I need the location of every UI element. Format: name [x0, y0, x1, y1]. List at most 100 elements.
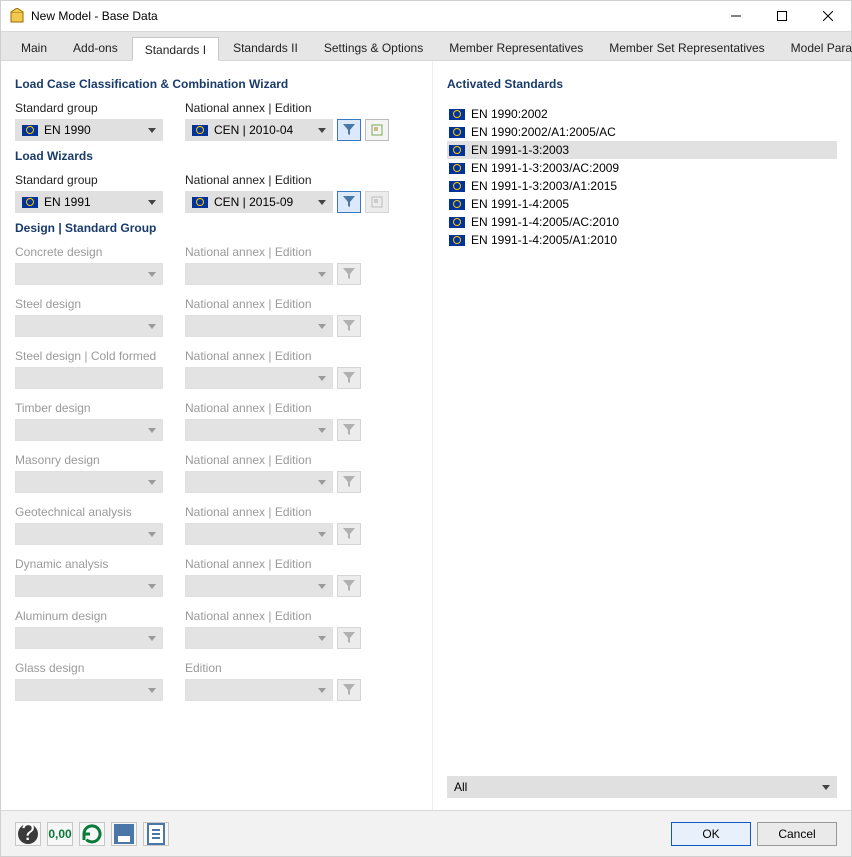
- library-button[interactable]: [365, 119, 389, 141]
- eu-flag-icon: [22, 125, 38, 136]
- chevron-down-icon: [318, 428, 326, 433]
- window-buttons: [713, 1, 851, 31]
- dropdown-design-annex: [185, 627, 333, 649]
- design-label: Concrete design: [15, 245, 163, 259]
- dropdown-design-annex: [185, 523, 333, 545]
- standard-item[interactable]: EN 1991-1-3:2003: [447, 141, 837, 159]
- chevron-down-icon: [148, 428, 156, 433]
- tab-add-ons[interactable]: Add-ons: [61, 36, 130, 60]
- tab-strip: MainAdd-onsStandards IStandards IISettin…: [1, 31, 851, 61]
- tab-standards-i[interactable]: Standards I: [132, 37, 219, 61]
- eu-flag-icon: [192, 197, 208, 208]
- filter-button[interactable]: [337, 191, 361, 213]
- chevron-down-icon: [148, 128, 156, 133]
- tab-member-set-representatives[interactable]: Member Set Representatives: [597, 36, 776, 60]
- section-title-load-wizards: Load Wizards: [15, 149, 418, 163]
- refresh-button[interactable]: [79, 822, 105, 846]
- dropdown-lw-annex[interactable]: CEN | 2015-09: [185, 191, 333, 213]
- tab-main[interactable]: Main: [9, 36, 59, 60]
- filter-button: [337, 627, 361, 649]
- design-annex-label: Edition: [185, 661, 361, 675]
- design-annex-label: National annex | Edition: [185, 609, 361, 623]
- window-titlebar: New Model - Base Data: [1, 1, 851, 31]
- design-label: Aluminum design: [15, 609, 163, 623]
- cancel-button[interactable]: Cancel: [757, 822, 837, 846]
- tab-settings-options[interactable]: Settings & Options: [312, 36, 435, 60]
- filter-button: [337, 367, 361, 389]
- units-button[interactable]: 0,00: [47, 822, 73, 846]
- ok-button[interactable]: OK: [671, 822, 751, 846]
- standard-item-label: EN 1991-1-4:2005: [471, 197, 569, 211]
- chevron-down-icon: [318, 200, 326, 205]
- standard-item-label: EN 1991-1-3:2003: [471, 143, 569, 157]
- section-title-activated: Activated Standards: [447, 77, 837, 91]
- label-annex: National annex | Edition: [185, 173, 389, 187]
- dropdown-lcc-standard-group[interactable]: EN 1990: [15, 119, 163, 141]
- notes-button[interactable]: [143, 822, 169, 846]
- design-annex-label: National annex | Edition: [185, 505, 361, 519]
- standard-item[interactable]: EN 1991-1-3:2003/AC:2009: [447, 159, 837, 177]
- dropdown-standards-filter[interactable]: All: [447, 776, 837, 798]
- chevron-down-icon: [148, 272, 156, 277]
- minimize-button[interactable]: [713, 1, 759, 31]
- standard-item[interactable]: EN 1990:2002/A1:2005/AC: [447, 123, 837, 141]
- design-label: Glass design: [15, 661, 163, 675]
- chevron-down-icon: [148, 636, 156, 641]
- save-preset-button[interactable]: [111, 822, 137, 846]
- design-label: Steel design | Cold formed: [15, 349, 163, 363]
- content: Load Case Classification & Combination W…: [1, 61, 851, 810]
- right-column: Activated Standards EN 1990:2002EN 1990:…: [433, 61, 851, 810]
- standard-item-label: EN 1991-1-3:2003/A1:2015: [471, 179, 617, 193]
- dropdown-design-annex: [185, 575, 333, 597]
- design-label: Steel design: [15, 297, 163, 311]
- filter-button: [337, 419, 361, 441]
- dropdown-design-sg: [15, 419, 163, 441]
- standard-item[interactable]: EN 1991-1-4:2005/AC:2010: [447, 213, 837, 231]
- standard-item-label: EN 1991-1-4:2005/AC:2010: [471, 215, 619, 229]
- close-button[interactable]: [805, 1, 851, 31]
- standard-item[interactable]: EN 1991-1-4:2005: [447, 195, 837, 213]
- standard-item-label: EN 1991-1-4:2005/A1:2010: [471, 233, 617, 247]
- label-annex: National annex | Edition: [185, 101, 389, 115]
- tab-member-representatives[interactable]: Member Representatives: [437, 36, 595, 60]
- chevron-down-icon: [148, 532, 156, 537]
- dropdown-lw-standard-group[interactable]: EN 1991: [15, 191, 163, 213]
- maximize-button[interactable]: [759, 1, 805, 31]
- filter-button: [337, 523, 361, 545]
- eu-flag-icon: [449, 145, 465, 156]
- standard-item[interactable]: EN 1991-1-4:2005/A1:2010: [447, 231, 837, 249]
- chevron-down-icon: [318, 636, 326, 641]
- chevron-down-icon: [822, 785, 830, 790]
- dropdown-design-sg: [15, 627, 163, 649]
- filter-button[interactable]: [337, 119, 361, 141]
- chevron-down-icon: [318, 584, 326, 589]
- filter-button: [337, 575, 361, 597]
- eu-flag-icon: [22, 197, 38, 208]
- standard-item[interactable]: EN 1991-1-3:2003/A1:2015: [447, 177, 837, 195]
- dropdown-design-annex: [185, 315, 333, 337]
- dropdown-design-annex: [185, 471, 333, 493]
- window-title: New Model - Base Data: [31, 9, 713, 23]
- design-annex-label: National annex | Edition: [185, 557, 361, 571]
- chevron-down-icon: [318, 532, 326, 537]
- chevron-down-icon: [318, 128, 326, 133]
- library-button: [365, 191, 389, 213]
- tab-standards-ii[interactable]: Standards II: [221, 36, 310, 60]
- dropdown-design-sg: [15, 679, 163, 701]
- app-icon: [9, 8, 25, 24]
- standard-item[interactable]: EN 1990:2002: [447, 105, 837, 123]
- design-label: Geotechnical analysis: [15, 505, 163, 519]
- design-annex-label: National annex | Edition: [185, 349, 361, 363]
- section-title-lcc: Load Case Classification & Combination W…: [15, 77, 418, 91]
- chevron-down-icon: [148, 324, 156, 329]
- dropdown-lcc-annex[interactable]: CEN | 2010-04: [185, 119, 333, 141]
- help-button[interactable]: ?: [15, 822, 41, 846]
- design-annex-label: National annex | Edition: [185, 453, 361, 467]
- eu-flag-icon: [449, 127, 465, 138]
- standard-item-label: EN 1991-1-3:2003/AC:2009: [471, 161, 619, 175]
- tab-model-parameters[interactable]: Model Parameters: [779, 36, 852, 60]
- chevron-down-icon: [318, 480, 326, 485]
- dropdown-design-sg: [15, 315, 163, 337]
- filter-button: [337, 471, 361, 493]
- chevron-down-icon: [148, 480, 156, 485]
